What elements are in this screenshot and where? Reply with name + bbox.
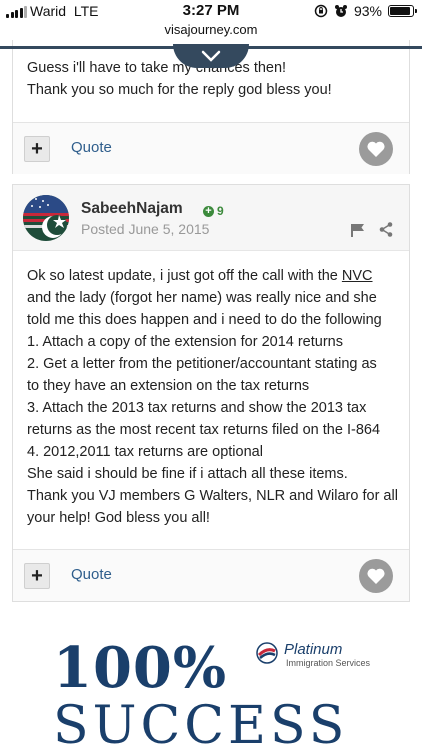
platinum-logo-icon [256,642,278,664]
reputation-count: 9 [217,204,224,218]
ad-headline-2: SUCCESS [53,696,349,750]
advertisement-banner[interactable]: 100% SUCCESS Platinum Immigration Servic… [0,630,422,750]
share-icon[interactable] [379,222,393,237]
post-body: Guess i'll have to take my chances then!… [27,57,332,101]
post-line: Ok so latest update, i just got off the … [27,268,373,284]
post-line: returns as the most recent tax returns f… [27,422,381,438]
post-body: Ok so latest update, i just got off the … [27,265,398,529]
reputation-badge: + 9 [203,204,224,218]
post-line: 1. Attach a copy of the extension for 20… [27,334,343,350]
status-bar: Warid LTE 3:27 PM 93% [0,0,422,22]
heart-icon [367,141,385,157]
post-card: SabeehNajam + 9 Posted June 5, 2015 Ok s… [12,184,410,602]
post-line: She said i should be fine if i attach al… [27,466,348,482]
post-header: SabeehNajam + 9 Posted June 5, 2015 [13,185,409,251]
chevron-down-icon [201,50,221,62]
multiquote-button[interactable]: + [24,563,50,589]
nvc-link[interactable]: NVC [342,268,373,284]
ad-headline: 100% [53,635,228,701]
quote-link[interactable]: Quote [71,139,112,156]
battery-percent: 93% [353,3,382,19]
multiquote-button[interactable]: + [24,136,50,162]
post-date: Posted June 5, 2015 [81,221,210,237]
post-line: Thank you so much for the reply god bles… [27,82,332,98]
ad-brand: Platinum [284,641,343,658]
post-line: 2. Get a letter from the petitioner/acco… [27,356,377,372]
post-line: 3. Attach the 2013 tax returns and show … [27,400,367,416]
quote-link[interactable]: Quote [71,566,112,583]
ad-brand-sub: Immigration Services [286,658,371,668]
post-line: and the lady (forgot her name) was reall… [27,290,377,306]
orientation-lock-icon [314,4,328,18]
post-actions: + Quote [13,549,409,601]
battery-icon [388,5,417,17]
alarm-icon [334,5,347,17]
post-line: 4. 2012,2011 tax returns are optional [27,444,263,460]
like-button[interactable] [359,559,393,593]
avatar[interactable] [23,195,69,241]
report-flag-icon[interactable] [350,223,366,237]
post-line: to they have an extension on the tax ret… [27,378,310,394]
post-actions: + Quote [13,122,409,174]
plus-icon: + [203,205,214,217]
heart-icon [367,568,385,584]
post-line: told me this does happen and i need to d… [27,312,382,328]
post-line: Thank you VJ members G Walters, NLR and … [27,488,398,504]
menu-toggle-tab[interactable] [173,44,249,68]
post-line: your help! God bless you all! [27,510,210,526]
like-button[interactable] [359,132,393,166]
username[interactable]: SabeehNajam [81,200,183,218]
